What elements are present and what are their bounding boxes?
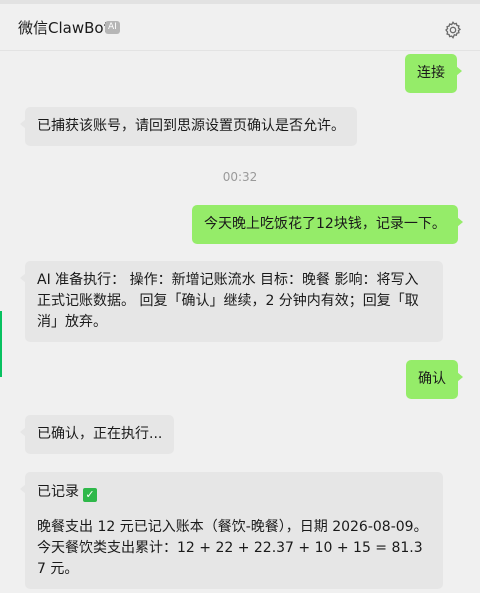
message-text: 确认 bbox=[418, 371, 446, 387]
message-bubble-bot: AI 准备执行： 操作：新增记账流水 目标：晚餐 影响：将写入正式记账数据。 回… bbox=[20, 261, 443, 342]
message-bubble-bot: 已记录 ✓ 晚餐支出 12 元已记入账本（餐饮-晚餐），日期 2026-08-09… bbox=[20, 472, 443, 589]
active-indicator bbox=[0, 311, 2, 377]
message-bubble-me: 连接 bbox=[405, 54, 462, 93]
message-text: 已确认，正在执行... bbox=[37, 426, 163, 442]
message-timestamp: 00:32 bbox=[222, 170, 258, 184]
record-title: 已记录 bbox=[37, 484, 79, 500]
check-mark-icon: ✓ bbox=[83, 488, 97, 502]
gear-icon[interactable] bbox=[443, 20, 463, 40]
message-bubble-bot: 已确认，正在执行... bbox=[19, 415, 175, 454]
message-text: 已捕获该账号，请回到思源设置页确认是否允许。 bbox=[37, 118, 345, 134]
message-text: 今天晚上吃饭花了12块钱，记录一下。 bbox=[204, 216, 446, 232]
record-total: 今天餐饮类支出累计：12 + 22 + 22.37 + 10 + 15 = 81… bbox=[37, 540, 423, 577]
record-status-line: 已记录 ✓ bbox=[37, 482, 431, 503]
chat-title: 微信ClawBot bbox=[18, 19, 110, 37]
message-bubble-me: 确认 bbox=[406, 360, 463, 399]
record-detail: 晚餐支出 12 元已记入账本（餐饮-晚餐），日期 2026-08-09。 bbox=[37, 519, 428, 535]
message-text: 连接 bbox=[417, 65, 445, 81]
message-text: AI 准备执行： 操作：新增记账流水 目标：晚餐 影响：将写入正式记账数据。 回… bbox=[37, 272, 419, 330]
message-bubble-bot: 已捕获该账号，请回到思源设置页确认是否允许。 bbox=[20, 107, 357, 146]
ai-badge: AI bbox=[105, 21, 120, 34]
message-bubble-me: 今天晚上吃饭花了12块钱，记录一下。 bbox=[192, 205, 463, 244]
chat-header: 微信ClawBot AI bbox=[0, 4, 480, 51]
